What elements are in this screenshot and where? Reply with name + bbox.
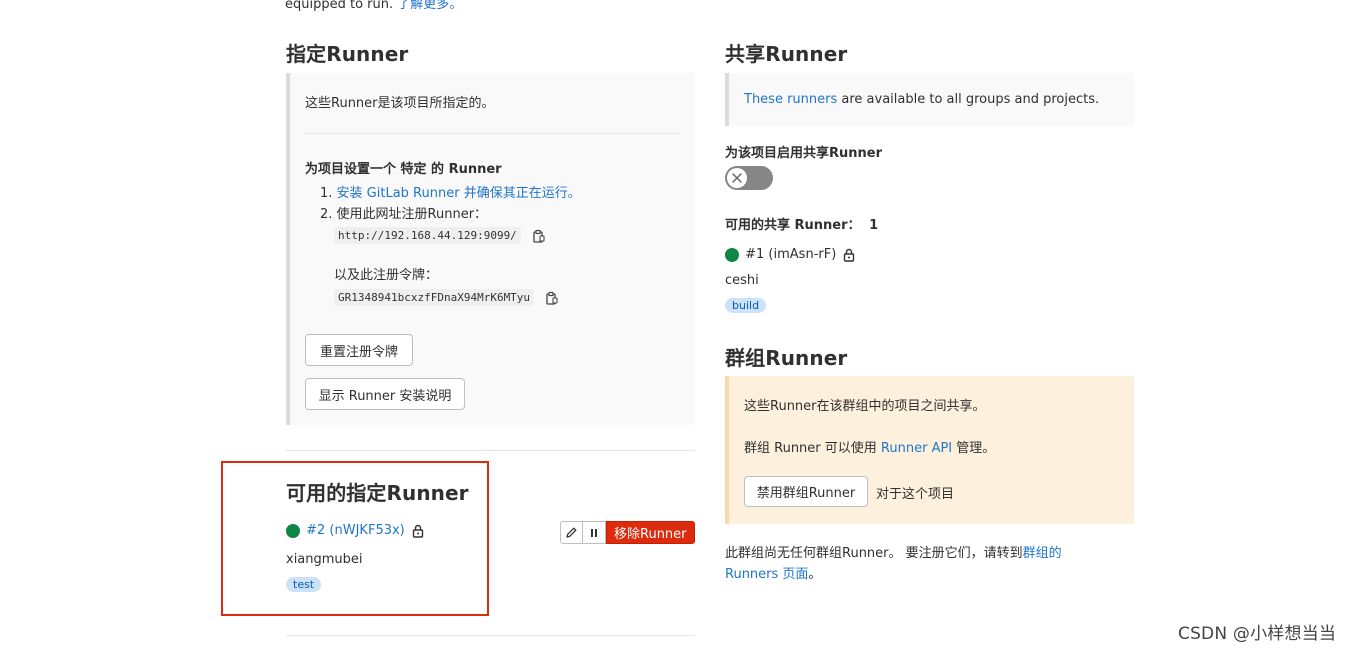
group-line2-prefix: 群组 Runner 可以使用 [744, 441, 881, 456]
enable-shared-runners-toggle[interactable] [725, 166, 773, 190]
online-status-icon [725, 247, 739, 262]
highlight-annotation-box [221, 461, 489, 616]
watermark: CSDN @小样想当当 [1178, 624, 1337, 644]
toggle-knob [727, 168, 747, 188]
register-url: http://192.168.44.129:9099/ [334, 227, 521, 244]
remove-runner-button[interactable]: 移除Runner [606, 521, 695, 544]
edit-runner-button[interactable] [560, 521, 583, 544]
token-row: GR1348941bcxzfFDnaX94MrK6MTyu [334, 289, 581, 306]
available-shared-count-row: 可用的共享 Runner： 1 [725, 214, 878, 233]
shared-info-text: These runners are available to all group… [744, 92, 1099, 107]
lock-icon [844, 248, 855, 262]
runner-tag: build [725, 298, 767, 313]
intro-text-content: equipped to run. [285, 0, 398, 12]
shared-runner-item: #1 (imAsn-rF) [725, 247, 855, 262]
step-number: 2. [320, 207, 333, 222]
register-url-label: 使用此网址注册Runner： [336, 207, 488, 222]
these-runners-link[interactable]: These runners [744, 92, 837, 107]
pause-icon [591, 528, 597, 537]
no-group-runners-message: 此群组尚无任何群组Runner。 要注册它们，请转到 [725, 546, 1023, 561]
runner-1-description: ceshi [725, 273, 759, 288]
runners-page-link[interactable]: Runners 页面 [725, 567, 808, 582]
section-divider [286, 450, 695, 451]
step-register: 2. 使用此网址注册Runner： http://192.168.44.129:… [320, 207, 581, 306]
show-install-instructions-button[interactable]: 显示 Runner 安装说明 [305, 378, 465, 410]
runner-1-tags: build [725, 298, 767, 313]
group-runners-title: 群组Runner [725, 346, 848, 370]
shared-info-suffix: are available to all groups and projects… [837, 92, 1100, 107]
install-runner-link[interactable]: 安装 GitLab Runner 并确保其正在运行。 [337, 186, 581, 201]
reset-token-button[interactable]: 重置注册令牌 [305, 334, 413, 366]
panel-divider [305, 133, 680, 134]
shared-runners-title: 共享Runner [725, 42, 848, 66]
close-icon [732, 173, 742, 183]
copy-token-icon[interactable] [544, 291, 558, 305]
specific-runners-intro: 这些Runner是该项目所指定的。 [305, 96, 495, 111]
no-group-runners-text: 此群组尚无任何群组Runner。 要注册它们，请转到群组的 Runners 页面。 [725, 543, 1125, 585]
registration-token: GR1348941bcxzfFDnaX94MrK6MTyu [334, 289, 535, 306]
learn-more-link[interactable]: 了解更多。 [397, 0, 462, 12]
group-link[interactable]: 群组的 [1023, 546, 1062, 561]
no-group-runners-end: 。 [808, 567, 822, 582]
setup-steps: 1. 安装 GitLab Runner 并确保其正在运行。 2. 使用此网址注册… [320, 186, 581, 311]
group-runners-line2: 群组 Runner 可以使用 Runner API 管理。 [744, 437, 995, 456]
available-shared-label: 可用的共享 Runner： [725, 218, 861, 233]
runner-1-name: #1 (imAsn-rF) [745, 247, 837, 262]
bottom-divider [286, 635, 695, 636]
pause-runner-button[interactable] [583, 521, 606, 544]
intro-text: equipped to run. 了解更多。 [285, 0, 462, 12]
group-runners-panel: 这些Runner在该群组中的项目之间共享。 群组 Runner 可以使用 Run… [725, 376, 1134, 524]
disable-group-runners-button[interactable]: 禁用群组Runner [744, 476, 868, 507]
enable-shared-label: 为该项目启用共享Runner [725, 146, 883, 161]
group-runners-line1: 这些Runner在该群组中的项目之间共享。 [744, 399, 986, 414]
specific-runners-panel: 这些Runner是该项目所指定的。 为项目设置一个 特定 的 Runner 1.… [286, 73, 695, 425]
runner-api-link[interactable]: Runner API [881, 441, 952, 456]
specific-runners-title: 指定Runner [286, 42, 409, 66]
shared-runners-info: These runners are available to all group… [725, 73, 1134, 126]
copy-url-icon[interactable] [531, 229, 545, 243]
step-install: 1. 安装 GitLab Runner 并确保其正在运行。 [320, 186, 581, 202]
available-shared-count: 1 [869, 218, 879, 233]
register-url-row: http://192.168.44.129:9099/ [334, 227, 581, 244]
group-line2-suffix: 管理。 [952, 441, 996, 456]
pencil-icon [566, 527, 577, 538]
disable-group-suffix: 对于这个项目 [876, 487, 955, 502]
setup-title: 为项目设置一个 特定 的 Runner [305, 162, 502, 177]
token-label: 以及此注册令牌： [334, 268, 439, 283]
step-number: 1. [320, 186, 333, 201]
runner-2-actions: 移除Runner [560, 521, 695, 544]
